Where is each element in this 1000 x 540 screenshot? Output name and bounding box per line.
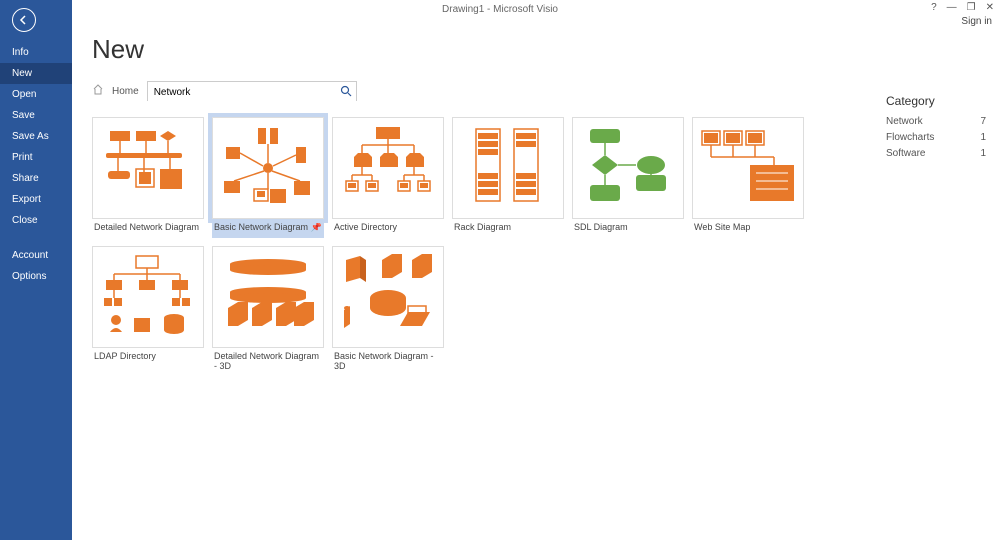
main-area: New Home Detailed Network Diagram Basic … <box>72 20 1000 540</box>
template-caption: SDL Diagram <box>574 222 682 232</box>
template-thumbnail <box>572 117 684 219</box>
search-box[interactable] <box>147 81 357 101</box>
template-thumbnail <box>212 117 324 219</box>
template-caption: LDAP Directory <box>94 351 202 361</box>
template-thumbnail <box>92 117 204 219</box>
sidebar-item-open[interactable]: Open <box>0 84 72 105</box>
template-gallery: Detailed Network Diagram Basic Network D… <box>92 117 812 377</box>
search-icon[interactable] <box>340 84 352 102</box>
template-thumbnail <box>92 246 204 348</box>
back-arrow-icon <box>18 14 30 26</box>
template-active-directory[interactable]: Active Directory <box>332 117 444 238</box>
pin-icon[interactable]: 📌 <box>311 222 322 233</box>
template-caption: Web Site Map <box>694 222 802 232</box>
category-label: Software <box>886 148 925 159</box>
sidebar-item-share[interactable]: Share <box>0 168 72 189</box>
template-thumbnail <box>212 246 324 348</box>
category-label: Flowcharts <box>886 132 934 143</box>
home-icon[interactable] <box>92 82 104 100</box>
search-input[interactable] <box>148 84 356 102</box>
sidebar-item-new[interactable]: New <box>0 63 72 84</box>
category-row-flowcharts[interactable]: Flowcharts 1 <box>886 132 986 143</box>
breadcrumb-row: Home <box>92 81 980 101</box>
window-controls: ? — ❐ ✕ <box>931 2 994 13</box>
template-thumbnail <box>332 117 444 219</box>
template-network-detailed[interactable]: Detailed Network Diagram <box>92 117 204 238</box>
template-network-basic-3d[interactable]: Basic Network Diagram - 3D <box>332 246 444 377</box>
template-thumbnail <box>692 117 804 219</box>
template-rack[interactable]: Rack Diagram <box>452 117 564 238</box>
sidebar-item-export[interactable]: Export <box>0 189 72 210</box>
template-caption: Detailed Network Diagram <box>94 222 202 232</box>
category-count: 1 <box>980 148 986 159</box>
sidebar-item-save[interactable]: Save <box>0 105 72 126</box>
window-title: Drawing1 - Microsoft Visio <box>0 0 1000 20</box>
template-sdl[interactable]: SDL Diagram <box>572 117 684 238</box>
category-row-network[interactable]: Network 7 <box>886 116 986 127</box>
template-thumbnail <box>332 246 444 348</box>
template-caption: Detailed Network Diagram - 3D <box>214 351 322 371</box>
template-network-detailed-3d[interactable]: Detailed Network Diagram - 3D <box>212 246 324 377</box>
page-title: New <box>92 34 980 65</box>
template-ldap[interactable]: LDAP Directory <box>92 246 204 377</box>
template-sitemap[interactable]: Web Site Map <box>692 117 804 238</box>
template-caption: Basic Network Diagram - 3D <box>334 351 442 371</box>
category-label: Network <box>886 116 923 127</box>
template-caption: Basic Network Diagram📌 <box>214 222 322 232</box>
help-button[interactable]: ? <box>931 2 937 13</box>
breadcrumb-home[interactable]: Home <box>112 86 139 97</box>
sidebar-item-close[interactable]: Close <box>0 210 72 231</box>
sidebar-item-save-as[interactable]: Save As <box>0 126 72 147</box>
template-network-basic[interactable]: Basic Network Diagram📌 <box>212 117 324 238</box>
backstage-sidebar: InfoNewOpenSaveSave AsPrintShareExportCl… <box>0 0 72 540</box>
sidebar-item-account[interactable]: Account <box>0 245 72 266</box>
sidebar-item-print[interactable]: Print <box>0 147 72 168</box>
sidebar-item-options[interactable]: Options <box>0 266 72 287</box>
category-title: Category <box>886 94 986 108</box>
close-button[interactable]: ✕ <box>986 2 994 13</box>
titlebar: Drawing1 - Microsoft Visio ? — ❐ ✕ Sign … <box>0 0 1000 20</box>
minimize-button[interactable]: — <box>947 2 957 13</box>
category-row-software[interactable]: Software 1 <box>886 148 986 159</box>
restore-button[interactable]: ❐ <box>967 2 976 13</box>
template-thumbnail <box>452 117 564 219</box>
category-count: 1 <box>980 132 986 143</box>
template-caption: Active Directory <box>334 222 442 232</box>
category-pane: Category Network 7 Flowcharts 1 Software 1 <box>886 94 986 164</box>
sidebar-item-info[interactable]: Info <box>0 42 72 63</box>
category-count: 7 <box>980 116 986 127</box>
template-caption: Rack Diagram <box>454 222 562 232</box>
back-button[interactable] <box>12 8 36 32</box>
